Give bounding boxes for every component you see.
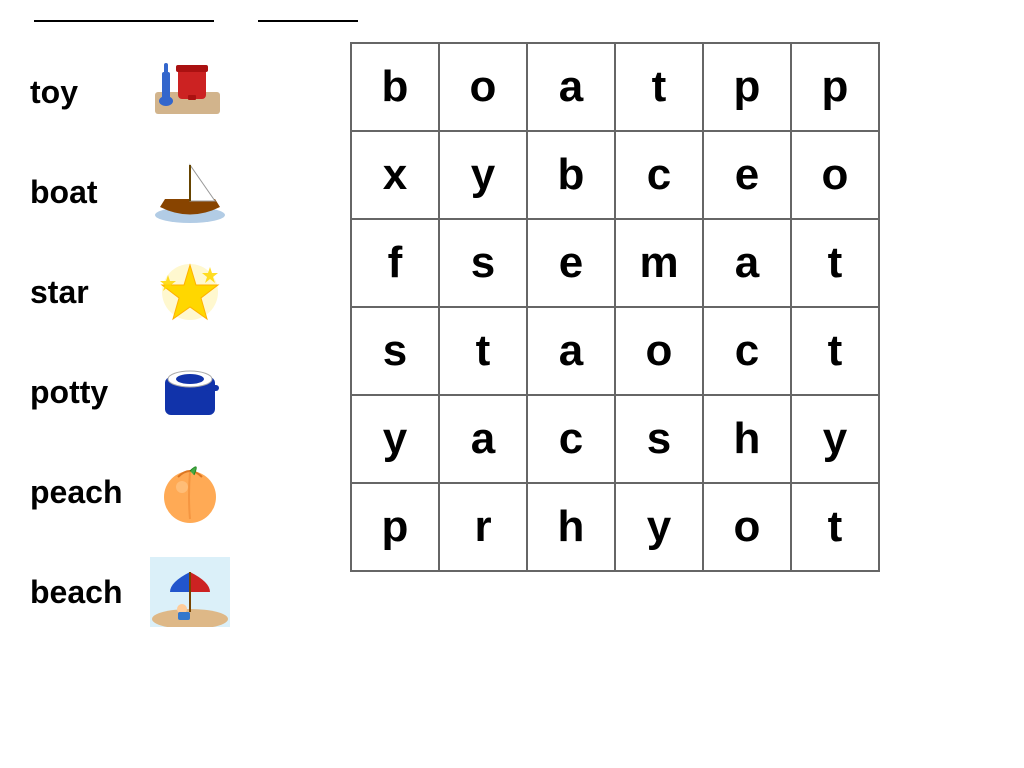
main-content: toy <box>30 42 994 642</box>
grid-cell-4-1[interactable]: a <box>440 396 528 484</box>
grid-cell-4-4[interactable]: h <box>704 396 792 484</box>
header <box>30 20 994 22</box>
grid-cell-3-2[interactable]: a <box>528 308 616 396</box>
name-line[interactable] <box>34 20 214 22</box>
grid-cell-1-1[interactable]: y <box>440 132 528 220</box>
word-label-peach: peach <box>30 474 140 511</box>
date-field <box>254 20 358 22</box>
word-row-beach: beach <box>30 542 320 642</box>
page: toy <box>0 0 1024 768</box>
grid-cell-5-1[interactable]: r <box>440 484 528 572</box>
grid-cell-2-4[interactable]: a <box>704 220 792 308</box>
word-row-peach: peach <box>30 442 320 542</box>
word-row-boat: boat <box>30 142 320 242</box>
grid-cell-4-3[interactable]: s <box>616 396 704 484</box>
word-image-boat <box>150 152 230 232</box>
grid-cell-5-0[interactable]: p <box>352 484 440 572</box>
grid-cell-1-0[interactable]: x <box>352 132 440 220</box>
word-label-toy: toy <box>30 74 140 111</box>
grid-cell-5-4[interactable]: o <box>704 484 792 572</box>
grid-area: boatppxybceofsematstaoctyacshyprhyot <box>350 42 880 572</box>
grid-cell-2-0[interactable]: f <box>352 220 440 308</box>
name-field <box>30 20 214 22</box>
grid-cell-2-3[interactable]: m <box>616 220 704 308</box>
word-image-peach <box>150 452 230 532</box>
grid-cell-2-5[interactable]: t <box>792 220 880 308</box>
word-label-boat: boat <box>30 174 140 211</box>
grid-cell-0-5[interactable]: p <box>792 44 880 132</box>
word-image-beach <box>150 552 230 632</box>
word-label-beach: beach <box>30 574 140 611</box>
grid-cell-2-2[interactable]: e <box>528 220 616 308</box>
word-row-star: star <box>30 242 320 342</box>
grid-cell-3-0[interactable]: s <box>352 308 440 396</box>
grid-cell-3-1[interactable]: t <box>440 308 528 396</box>
grid-cell-1-2[interactable]: b <box>528 132 616 220</box>
grid-cell-4-2[interactable]: c <box>528 396 616 484</box>
grid-cell-3-3[interactable]: o <box>616 308 704 396</box>
grid-cell-0-4[interactable]: p <box>704 44 792 132</box>
word-image-potty <box>150 352 230 432</box>
grid-cell-1-5[interactable]: o <box>792 132 880 220</box>
word-search-grid: boatppxybceofsematstaoctyacshyprhyot <box>350 42 880 572</box>
grid-cell-0-3[interactable]: t <box>616 44 704 132</box>
grid-cell-1-3[interactable]: c <box>616 132 704 220</box>
grid-cell-3-4[interactable]: c <box>704 308 792 396</box>
date-line[interactable] <box>258 20 358 22</box>
grid-cell-5-2[interactable]: h <box>528 484 616 572</box>
word-label-potty: potty <box>30 374 140 411</box>
word-image-star <box>150 252 230 332</box>
word-row-toy: toy <box>30 42 320 142</box>
word-label-star: star <box>30 274 140 311</box>
grid-cell-0-0[interactable]: b <box>352 44 440 132</box>
word-row-potty: potty <box>30 342 320 442</box>
grid-cell-3-5[interactable]: t <box>792 308 880 396</box>
grid-cell-5-3[interactable]: y <box>616 484 704 572</box>
grid-cell-2-1[interactable]: s <box>440 220 528 308</box>
grid-cell-0-2[interactable]: a <box>528 44 616 132</box>
grid-cell-1-4[interactable]: e <box>704 132 792 220</box>
grid-cell-4-0[interactable]: y <box>352 396 440 484</box>
grid-cell-5-5[interactable]: t <box>792 484 880 572</box>
word-list: toy <box>30 42 320 642</box>
grid-cell-4-5[interactable]: y <box>792 396 880 484</box>
word-image-toy <box>150 52 230 132</box>
grid-cell-0-1[interactable]: o <box>440 44 528 132</box>
